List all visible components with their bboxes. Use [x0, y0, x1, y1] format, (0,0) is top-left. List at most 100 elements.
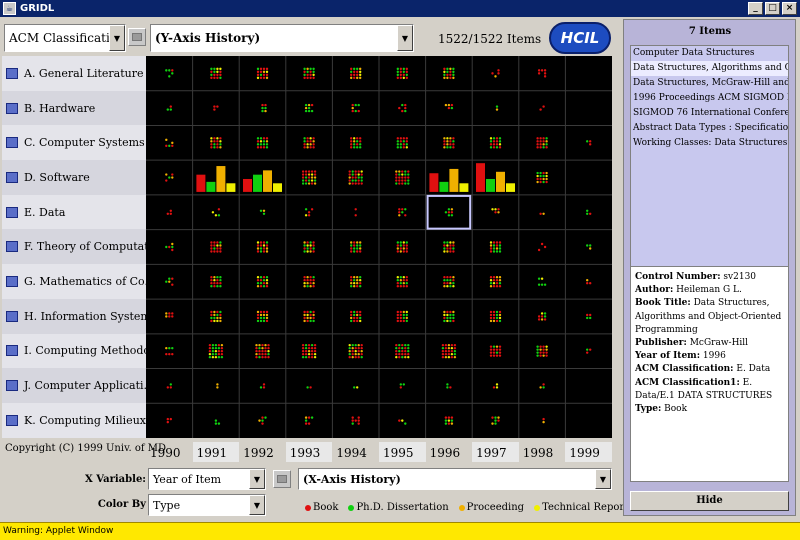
item-glyph — [453, 343, 457, 347]
item-glyph — [357, 170, 360, 173]
item-glyph — [351, 179, 354, 182]
row-label[interactable]: B. Hardware — [2, 90, 146, 126]
y-history-select[interactable]: (Y-Axis History) ▼ — [150, 24, 414, 52]
item-glyph — [350, 67, 353, 71]
item-glyph — [405, 319, 408, 323]
row-label[interactable]: F. Theory of Computat... — [2, 229, 146, 265]
list-item[interactable]: SIGMOD 76 International Conference on — [631, 106, 788, 121]
row-label[interactable]: A. General Literature — [2, 56, 146, 91]
item-glyph — [303, 137, 306, 140]
item-glyph — [539, 140, 542, 143]
item-glyph — [265, 241, 269, 244]
item-glyph — [165, 245, 168, 249]
item-glyph — [443, 76, 446, 80]
year-label[interactable]: 1996 — [426, 442, 473, 462]
row-label[interactable]: I. Computing Methodo... — [2, 333, 146, 369]
item-glyph — [208, 349, 212, 353]
histogram-bar — [253, 174, 262, 192]
list-item[interactable]: Computer Data Structures — [631, 46, 788, 61]
item-glyph — [310, 343, 314, 347]
year-label[interactable]: 1999 — [565, 442, 612, 462]
item-glyph — [404, 106, 407, 110]
item-glyph — [452, 250, 455, 253]
item-glyph — [267, 346, 270, 350]
item-glyph — [444, 416, 448, 419]
color-by-select[interactable]: Type ▼ — [148, 494, 266, 516]
chevron-down-icon[interactable]: ▼ — [109, 25, 125, 51]
chevron-down-icon[interactable]: ▼ — [249, 495, 265, 515]
item-glyph — [312, 137, 315, 140]
item-glyph — [168, 277, 171, 280]
item-glyph — [350, 279, 353, 282]
grid-view[interactable] — [146, 56, 612, 438]
x-history-select[interactable]: (X-Axis History) ▼ — [298, 468, 612, 490]
item-glyph — [495, 241, 499, 244]
item-glyph — [396, 241, 399, 244]
x-variable-select[interactable]: Year of Item ▼ — [148, 468, 266, 490]
grid-canvas[interactable] — [146, 56, 612, 438]
item-glyph — [306, 279, 309, 282]
item-glyph — [301, 346, 305, 350]
item-glyph — [259, 319, 263, 323]
year-label[interactable]: 1998 — [519, 442, 566, 462]
row-label[interactable]: D. Software — [2, 160, 146, 195]
item-glyph — [402, 244, 405, 247]
item-glyph — [303, 316, 306, 320]
maximize-button[interactable]: □ — [765, 2, 780, 15]
item-glyph — [216, 146, 219, 149]
row-label[interactable]: J. Computer Applicati... — [2, 368, 146, 403]
item-glyph — [446, 143, 449, 146]
item-glyph — [356, 316, 359, 320]
item-glyph — [444, 422, 448, 425]
histogram-bar — [449, 168, 459, 192]
chevron-down-icon[interactable]: ▼ — [595, 469, 611, 489]
item-glyph — [261, 349, 264, 353]
item-glyph — [309, 279, 312, 282]
list-item[interactable]: Data Structures, McGraw-Hill and Object-… — [631, 76, 788, 91]
item-list[interactable]: Computer Data Structures Data Structures,… — [630, 45, 789, 283]
item-glyph — [450, 352, 454, 356]
list-item[interactable]: 1996 Proceedings ACM SIGMOD Intern — [631, 91, 788, 106]
item-glyph — [309, 140, 312, 143]
histogram-bar — [206, 181, 216, 192]
close-button[interactable]: × — [782, 2, 797, 15]
item-glyph — [405, 244, 408, 247]
year-label[interactable]: 1991 — [192, 442, 240, 462]
row-label[interactable]: K. Computing Milieux — [2, 402, 146, 438]
row-label[interactable]: H. Information Systems — [2, 298, 146, 334]
item-glyph — [398, 349, 401, 353]
item-glyph — [399, 73, 402, 77]
chevron-down-icon[interactable]: ▼ — [397, 25, 413, 51]
minimize-button[interactable]: _ — [748, 2, 763, 15]
row-label[interactable]: C. Computer Systems ... — [2, 125, 146, 161]
item-glyph — [354, 208, 357, 211]
item-glyph — [351, 343, 354, 347]
item-glyph — [353, 137, 356, 140]
chevron-down-icon[interactable]: ▼ — [249, 469, 265, 489]
hide-button[interactable]: Hide — [630, 491, 789, 511]
x-history-button[interactable] — [273, 470, 291, 488]
item-glyph — [356, 386, 359, 389]
year-label[interactable]: 1990 — [146, 442, 193, 462]
year-label[interactable]: 1993 — [285, 442, 333, 462]
year-label[interactable]: 1992 — [239, 442, 286, 462]
item-glyph — [259, 313, 263, 317]
y-attribute-select[interactable]: ACM Classification ▼ — [4, 24, 126, 52]
item-count-title: 7 Items — [688, 26, 732, 37]
item-glyph — [165, 144, 168, 148]
row-label[interactable]: G. Mathematics of Co... — [2, 264, 146, 299]
item-glyph — [498, 354, 502, 357]
list-item[interactable]: Abstract Data Types : Specification, Imp — [631, 121, 788, 136]
list-item[interactable]: Working Classes: Data Structures and Al — [631, 136, 788, 151]
list-item[interactable]: Data Structures, Algorithms and Object-O — [631, 61, 788, 76]
year-label[interactable]: 1994 — [332, 442, 379, 462]
item-glyph — [545, 171, 548, 175]
year-label[interactable]: 1995 — [378, 442, 426, 462]
row-label[interactable]: E. Data — [2, 194, 146, 230]
item-glyph — [220, 343, 224, 347]
y-history-button[interactable] — [128, 28, 146, 46]
year-label[interactable]: 1997 — [472, 442, 519, 462]
item-glyph — [262, 319, 266, 323]
item-glyph — [166, 386, 169, 389]
item-glyph — [255, 352, 258, 356]
